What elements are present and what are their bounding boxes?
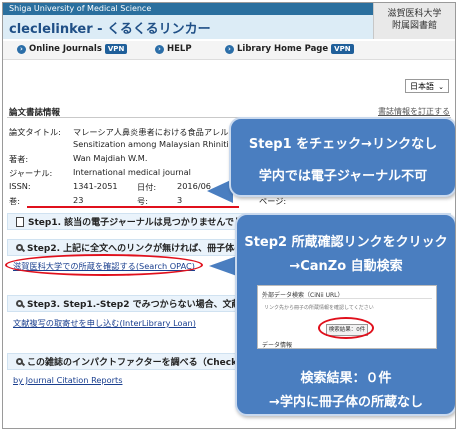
nav-label: Online Journals [29,44,102,54]
callout-step1: Step1 をチェック→リンクなし 学内では電子ジャーナル不可 [229,117,455,197]
language-value: 日本語 [410,82,434,91]
app-header: cleclelinker - くるくるリンカー [3,15,373,39]
callout2-pointer [209,256,237,276]
inset-footer: データ情報 [262,342,293,349]
arrow-right-icon: › [225,44,234,54]
correct-metadata-link[interactable]: 書誌情報を訂正する [378,106,450,117]
ill-link[interactable]: 文献複写の取寄せを申し込む(InterLibrary Loan) [13,317,196,329]
arrow-right-icon: › [155,44,164,54]
step1-text: Step1. 該当の電子ジャーナルは見つかりませんでした [28,218,252,228]
step3-text: Step3. Step1.-Step2 でみつからない場合、文献複写 [27,300,259,310]
vpn-badge: VPN [104,44,128,54]
library-logo[interactable]: 滋賀医科大学 附属図書館 [373,3,455,39]
title-label: 論文タイトル: [9,127,61,137]
nav-label: HELP [167,44,192,54]
arrow-right-icon: › [17,44,26,54]
issn-label: ISSN: [9,181,31,191]
author-value: Wan Majdiah W.M. [73,153,148,163]
search-icon [16,300,23,307]
nav-label: Library Home Page [237,44,329,54]
document-icon [16,216,24,227]
inset-note: リンク先から冊子の所蔵情報を確認してください [264,305,374,311]
library-logo-line2: 附属図書館 [391,21,437,31]
callout2-conclusion: →学内に冊子体の所蔵なし [269,395,423,410]
chevron-down-icon: ⌄ [438,83,444,91]
date-label: 日付: [137,182,157,192]
language-select[interactable]: 日本語 ⌄ [405,79,449,93]
issn-value: 1341-2051 [73,181,118,191]
top-nav: › Online Journals VPN › HELP › Library H… [3,41,455,60]
nav-help[interactable]: › HELP [155,44,192,54]
jcr-link[interactable]: by Journal Citation Reports [13,375,122,385]
volume-value: 23 [73,195,84,205]
opac-red-ellipse [5,254,203,276]
nav-library-home[interactable]: › Library Home Page VPN [225,44,354,54]
canzo-inset-screenshot: 外部データ検索（CiNii URL） リンク先から冊子の所蔵情報を確認してくださ… [257,285,437,349]
journal-label: ジャーナル: [9,168,53,178]
callout2-line1: Step2 所蔵確認リンクをクリック [244,235,448,250]
inset-divider [262,298,432,299]
date-value: 2016/06 [177,181,212,191]
impact-text: この雑誌のインパクトファクターを調べる（Check [27,358,238,368]
step1-red-underline [27,206,239,208]
callout1-line1: Step1 をチェック→リンクなし [248,137,438,152]
university-bar: Shiga University of Medical Science [3,3,373,15]
screenshot-frame: Shiga University of Medical Science clec… [2,2,456,429]
nav-online-journals[interactable]: › Online Journals VPN [17,44,128,54]
callout1-line2: 学内では電子ジャーナル不可 [258,169,428,184]
author-label: 著者: [9,154,29,164]
callout2-result: 検索結果：０件 [300,371,392,386]
issue-value: 3 [177,195,183,205]
inset-red-ellipse [318,317,374,339]
library-logo-line1: 滋賀医科大学 [387,9,442,19]
app-title[interactable]: cleclelinker - くるくるリンカー [9,18,211,37]
callout2-line2: →CanZo 自動検索 [289,259,403,274]
search-icon [16,358,23,365]
journal-value: International medical journal [73,167,191,177]
volume-label: 巻: [9,196,20,206]
search-icon [16,244,23,251]
vpn-badge: VPN [331,44,354,54]
